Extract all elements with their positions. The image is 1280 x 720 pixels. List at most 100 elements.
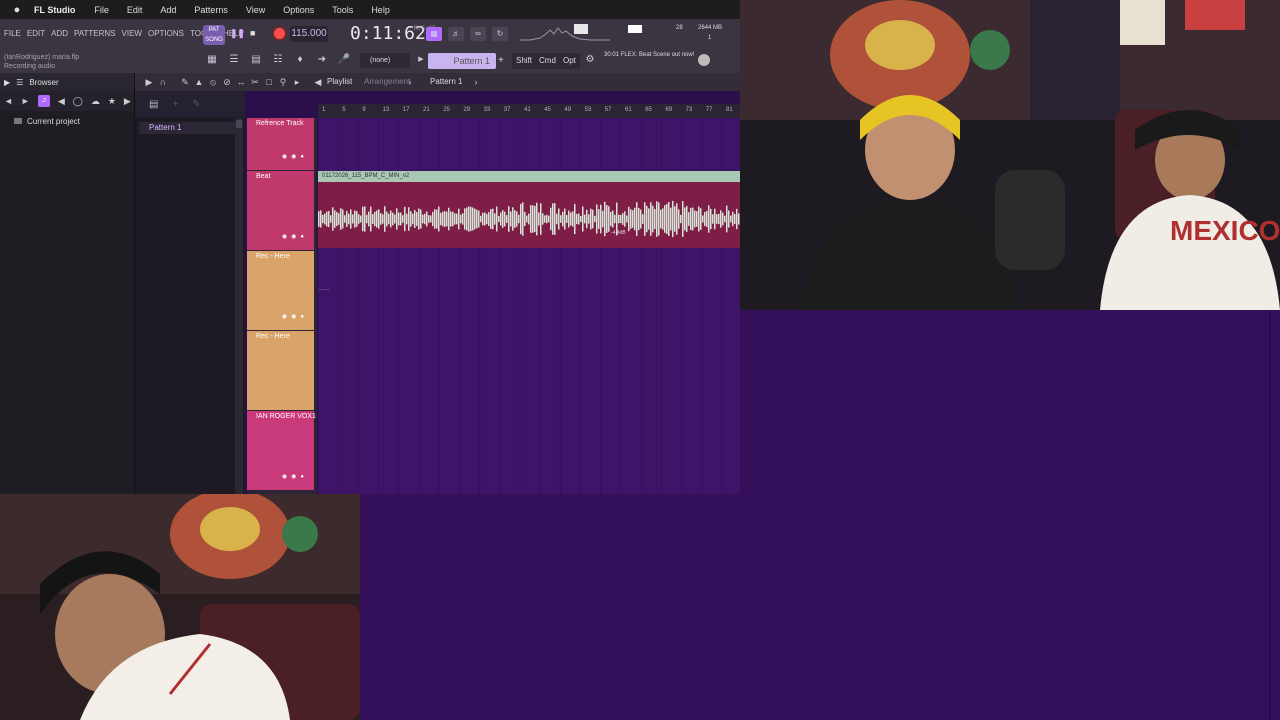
fl-menu-options[interactable]: OPTIONS: [148, 29, 184, 38]
snap-icon[interactable]: ▦: [205, 53, 219, 67]
fl-menu-file[interactable]: FILE: [4, 29, 21, 38]
pattern-list-scrollbar[interactable]: [235, 118, 243, 494]
play-arrow-icon[interactable]: ▶: [414, 53, 428, 67]
ruler-label: 13: [382, 107, 390, 113]
browser-menu-icon[interactable]: ☰: [16, 78, 23, 87]
menu-tools[interactable]: Tools: [332, 5, 353, 15]
track-rec-1[interactable]: Rec - Here ◉◉●: [247, 251, 314, 330]
time-display[interactable]: 0:11:62 M:S:CS: [350, 23, 436, 44]
speaker-icon[interactable]: ▸: [291, 76, 303, 88]
loop-record-icon[interactable]: ↻: [492, 27, 508, 41]
metronome-icon[interactable]: ♬: [448, 27, 464, 41]
fl-menu-patterns[interactable]: PATTERNS: [74, 29, 115, 38]
opt-button[interactable]: Opt: [559, 53, 580, 69]
cloud-icon[interactable]: ☁: [91, 96, 100, 107]
fl-menu-view[interactable]: VIEW: [122, 29, 142, 38]
track-beat[interactable]: Beat ◉◉●: [247, 171, 314, 250]
shift-button[interactable]: Shift: [512, 53, 537, 69]
pattern-select[interactable]: Pattern 1: [428, 53, 496, 69]
menu-patterns[interactable]: Patterns: [194, 5, 228, 15]
pause-icon[interactable]: ❚❚: [230, 28, 245, 40]
add-icon[interactable]: +: [172, 99, 178, 110]
ruler-label: 9: [362, 107, 366, 113]
piano-roll-icon[interactable]: ▤: [249, 53, 263, 67]
audio-filter-icon[interactable]: ◀: [58, 96, 65, 107]
project-file: (IanRodriguez) maria.flp: [4, 54, 80, 61]
globe-icon[interactable]: [698, 54, 710, 66]
microphone-icon[interactable]: 🎤: [337, 53, 351, 67]
star-icon[interactable]: ★: [108, 96, 116, 107]
cpu-bar: [628, 25, 642, 33]
channel-rack-icon[interactable]: ☷: [271, 53, 285, 67]
paint-icon[interactable]: ▲: [193, 76, 205, 88]
news-ticker[interactable]: 30:01 FLEX: Beat Scene out now!: [604, 51, 700, 59]
ruler-label: 73: [685, 107, 693, 113]
record-button[interactable]: [272, 26, 287, 41]
apple-icon[interactable]: ●: [8, 4, 26, 16]
stop-icon[interactable]: ■: [250, 28, 262, 40]
ruler-label: 17: [402, 107, 410, 113]
snap-select[interactable]: (none): [360, 53, 410, 68]
browser-item-current-project[interactable]: Current project: [0, 111, 134, 126]
ruler-label: 33: [483, 107, 491, 113]
slip-icon[interactable]: ↔: [235, 76, 247, 88]
tempo-display[interactable]: 115.000: [290, 26, 328, 42]
pattern-list-item[interactable]: Pattern 1: [139, 122, 241, 134]
fl-toolbar: FILE EDIT ADD PATTERNS VIEW OPTIONS TOOL…: [0, 19, 740, 73]
mute-icon[interactable]: ⊘: [221, 76, 233, 88]
track-controls-icon[interactable]: ◉◉●: [282, 233, 308, 240]
collapse-icon[interactable]: ◄: [4, 96, 13, 106]
menu-add[interactable]: Add: [160, 5, 176, 15]
track-controls-icon[interactable]: ◉◉●: [282, 153, 308, 160]
next-icon[interactable]: ➜: [315, 53, 329, 67]
menu-view[interactable]: View: [246, 5, 265, 15]
track-controls-icon[interactable]: ◉◉●: [282, 313, 308, 320]
tempo-tapper-icon[interactable]: ♦: [293, 53, 307, 67]
mixer-icon[interactable]: ☰: [227, 53, 241, 67]
audio-clip-header[interactable]: 01172026_115_BPM_C_MIN_v2: [318, 171, 740, 182]
slice-icon[interactable]: ✂: [249, 76, 261, 88]
pencil-icon[interactable]: ✎: [179, 76, 191, 88]
ruler-label: 61: [625, 107, 632, 113]
browser-arrow-icon[interactable]: ▶: [4, 78, 10, 87]
cmd-button[interactable]: Cmd: [535, 53, 560, 69]
menu-file[interactable]: File: [94, 5, 109, 15]
track-vox1[interactable]: IAN ROGER VOX1 ◉◉●: [247, 411, 316, 490]
info-icon[interactable]: ⚙: [583, 53, 597, 67]
fl-menu-add[interactable]: ADD: [51, 29, 68, 38]
scroll-thumb[interactable]: [236, 120, 242, 128]
pat-song-toggle[interactable]: PAT SONG: [203, 25, 225, 45]
playlist-pattern[interactable]: Pattern 1: [430, 77, 462, 86]
app-name[interactable]: FL Studio: [34, 5, 75, 15]
playlist-arrow-icon[interactable]: ▶: [143, 76, 155, 88]
ruler-label: 69: [665, 107, 673, 113]
cpu-meter: 28 2644 MB 1: [626, 23, 738, 45]
piano-icon[interactable]: ▤: [149, 99, 158, 110]
menu-options[interactable]: Options: [283, 5, 314, 15]
track-reference[interactable]: Refrence Track ◉◉●: [247, 118, 314, 170]
track-rec-2[interactable]: Rec - Here: [247, 331, 314, 410]
plugin-filter-icon[interactable]: ◯: [73, 96, 83, 107]
menu-help[interactable]: Help: [371, 5, 390, 15]
playlist-title: Playlist: [327, 77, 353, 86]
fl-menu-edit[interactable]: EDIT: [27, 29, 45, 38]
chevron-right-icon: ›: [408, 77, 412, 87]
select-icon[interactable]: □: [263, 76, 275, 88]
audio-clip[interactable]: -4.4dB: [318, 182, 740, 248]
more-icon[interactable]: ▶: [124, 96, 131, 107]
timeline-ruler[interactable]: 1 5 9 13 17 21 25 29 33 37 41 45 49 53 57 61 65 69 73 77 81: [318, 104, 740, 118]
add-pattern-button[interactable]: +: [498, 53, 508, 69]
playlist-play-icon[interactable]: ◀: [312, 76, 324, 88]
project-filter-icon[interactable]: ♫: [37, 95, 50, 107]
delete-icon[interactable]: ⦸: [207, 76, 219, 88]
pencil-small-icon[interactable]: ✎: [192, 99, 200, 110]
track-controls-icon[interactable]: ◉◉●: [282, 473, 308, 480]
zoom-icon[interactable]: ⚲: [277, 76, 289, 88]
pattern-mode-icon[interactable]: ▦: [426, 27, 442, 41]
memory-value: 2644 MB: [698, 25, 723, 31]
wait-input-icon[interactable]: ∞: [470, 27, 486, 41]
ruler-label: 77: [705, 107, 713, 113]
expand-icon[interactable]: ►: [21, 96, 30, 106]
magnet-icon[interactable]: ∩: [157, 76, 169, 88]
menu-edit[interactable]: Edit: [127, 5, 143, 15]
